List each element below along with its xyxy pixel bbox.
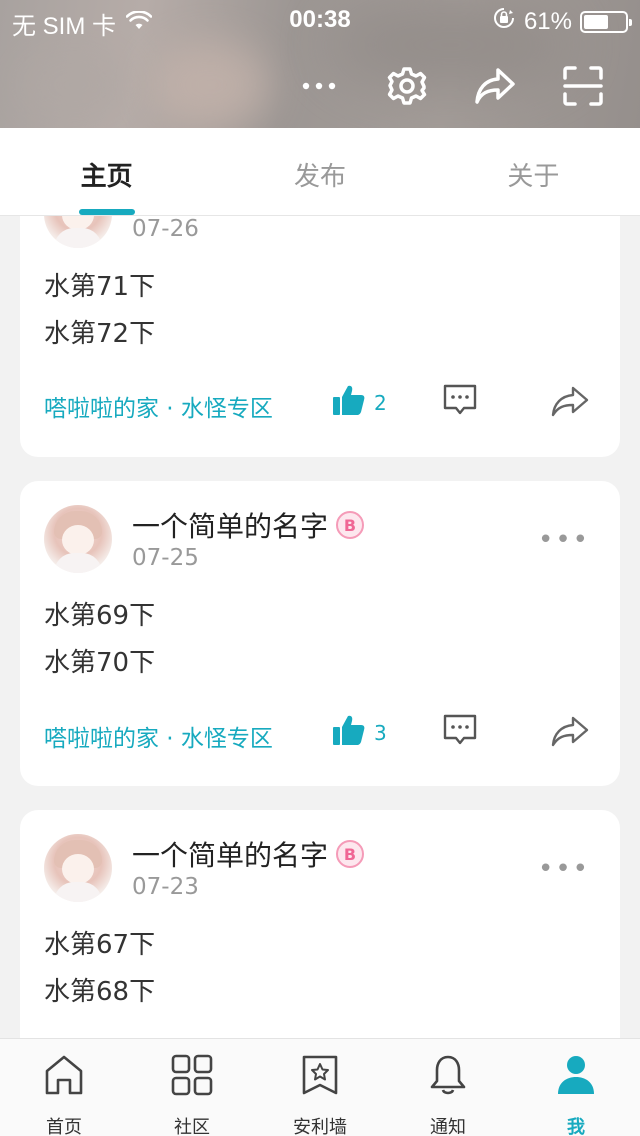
like-count: 2 [374, 390, 387, 415]
post-card[interactable]: 一个简单的名字 B 07-23 ••• 水第67下 水第68下 [20, 810, 620, 1038]
post-more-icon[interactable]: ••• [538, 525, 590, 555]
scan-icon[interactable] [557, 60, 609, 112]
comment-button[interactable] [442, 713, 478, 751]
post-content[interactable]: 水第71下 水第72下 [44, 264, 155, 358]
tab-home-label: 主页 [80, 162, 133, 192]
post-card[interactable]: 07-26 水第71下 水第72下 嗒啦啦的家 · 水怪专区 2 [20, 216, 620, 457]
tab-about[interactable]: 关于 [427, 128, 640, 215]
post-more-icon[interactable]: ••• [538, 854, 590, 884]
like-button[interactable]: 2 [332, 383, 387, 422]
avatar[interactable] [44, 505, 112, 573]
author-name: 一个简单的名字 [132, 510, 329, 543]
level-badge: B [336, 840, 365, 868]
post-author[interactable]: 一个简单的名字 B [132, 505, 365, 545]
comment-icon [442, 714, 478, 751]
post-date: 07-25 [132, 545, 199, 571]
battery-fill [584, 14, 609, 29]
nav-notifications[interactable]: 通知 [384, 1039, 512, 1136]
thumbs-up-icon [332, 383, 366, 422]
post-line: 水第69下 [44, 601, 156, 631]
post-feed[interactable]: 07-26 水第71下 水第72下 嗒啦啦的家 · 水怪专区 2 一个简单的名字… [0, 216, 640, 1038]
share-icon [550, 386, 590, 421]
gear-icon[interactable] [381, 60, 433, 112]
post-content[interactable]: 水第67下 水第68下 [44, 922, 155, 1016]
post-tags[interactable]: 嗒啦啦的家 · 水怪专区 [44, 389, 273, 423]
battery-icon [580, 10, 632, 33]
post-line: 水第68下 [44, 977, 156, 1007]
tab-home[interactable]: 主页 [0, 128, 213, 215]
status-right: 61% [492, 6, 632, 37]
share-button[interactable] [550, 715, 590, 751]
home-icon [42, 1053, 86, 1097]
post-date: 07-23 [132, 874, 199, 900]
post-author[interactable]: 一个简单的名字 B [132, 834, 365, 874]
nav-me-label: 我 [567, 1117, 585, 1136]
nav-community-label: 社区 [174, 1117, 210, 1136]
author-name: 一个简单的名字 [132, 839, 329, 872]
share-icon[interactable] [469, 60, 521, 112]
share-icon [550, 716, 590, 751]
avatar[interactable] [44, 216, 112, 248]
avatar[interactable] [44, 834, 112, 902]
post-card[interactable]: 一个简单的名字 B 07-25 ••• 水第69下 水第70下 嗒啦啦的家 · … [20, 481, 620, 786]
banner-blur-2 [20, 50, 130, 120]
share-button[interactable] [550, 385, 590, 421]
post-date: 07-26 [132, 216, 199, 242]
post-actions: 嗒啦啦的家 · 水怪专区 3 [44, 713, 596, 757]
bookmark-star-icon [298, 1053, 342, 1097]
tab-posts-label: 发布 [293, 162, 346, 192]
active-tab-indicator [78, 209, 135, 215]
carrier-area: 无 SIM 卡 [12, 6, 153, 41]
bell-icon [426, 1053, 470, 1097]
like-count: 3 [374, 720, 387, 745]
thumbs-up-icon [332, 713, 366, 752]
banner-blur-1 [150, 40, 270, 128]
post-line: 水第67下 [44, 930, 156, 960]
post-actions: 嗒啦啦的家 · 水怪专区 2 [44, 383, 596, 427]
tab-posts[interactable]: 发布 [213, 128, 426, 215]
post-line: 水第72下 [44, 319, 156, 349]
nav-recommend-wall[interactable]: 安利墙 [256, 1039, 384, 1136]
tab-about-label: 关于 [507, 162, 560, 192]
post-line: 水第71下 [44, 272, 156, 302]
status-bar: 无 SIM 卡 00:38 61% [0, 0, 640, 40]
nav-home-label: 首页 [46, 1117, 82, 1136]
battery-percent: 61% [523, 7, 572, 35]
nav-me[interactable]: 我 [512, 1039, 640, 1136]
nav-home[interactable]: 首页 [0, 1039, 128, 1136]
level-badge: B [336, 511, 365, 539]
post-line: 水第70下 [44, 648, 156, 678]
like-button[interactable]: 3 [332, 713, 387, 752]
rotation-lock-icon [492, 6, 516, 37]
more-dots-icon[interactable] [293, 60, 345, 112]
profile-header-banner: 无 SIM 卡 00:38 61% [0, 0, 640, 128]
comment-button[interactable] [442, 383, 478, 421]
nav-recommend-wall-label: 安利墙 [293, 1117, 347, 1136]
wifi-icon [125, 9, 153, 38]
profile-tabs: 主页 发布 关于 [0, 128, 640, 216]
nav-community[interactable]: 社区 [128, 1039, 256, 1136]
post-tags[interactable]: 嗒啦啦的家 · 水怪专区 [44, 719, 273, 753]
carrier-label: 无 SIM 卡 [12, 13, 117, 40]
nav-notifications-label: 通知 [430, 1117, 466, 1136]
person-icon [554, 1053, 598, 1097]
post-content[interactable]: 水第69下 水第70下 [44, 593, 155, 687]
grid-icon [170, 1053, 214, 1097]
comment-icon [442, 384, 478, 421]
bottom-tab-bar: 首页 社区 安利墙 通知 我 [0, 1038, 640, 1136]
